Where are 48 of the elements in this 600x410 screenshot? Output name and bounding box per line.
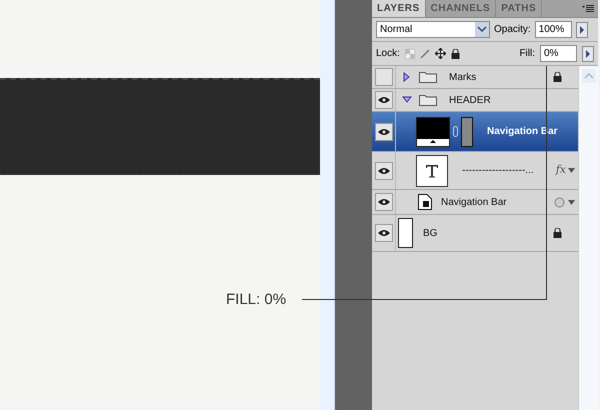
layer-row[interactable]: BG	[372, 215, 578, 252]
text-t-icon	[425, 164, 439, 178]
layer-row[interactable]: Marks	[372, 66, 578, 89]
layer-name: Marks	[449, 70, 476, 84]
visibility-toggle[interactable]	[374, 193, 392, 211]
layer-name: -------------------...	[462, 164, 534, 178]
layer-name: Navigation Bar	[441, 196, 507, 210]
smart-object-icon	[418, 194, 432, 210]
scrollbar[interactable]	[578, 66, 598, 410]
panel-tab[interactable]: LAYERS	[372, 0, 426, 17]
lock-icon	[450, 48, 460, 58]
layer-row[interactable]: HEADER	[372, 89, 578, 112]
opacity-field[interactable]: 100%	[534, 21, 572, 38]
layer-mask-thumbnail	[461, 116, 473, 146]
eye-icon	[378, 166, 390, 174]
folder-icon	[419, 94, 437, 106]
panel-menu-icon[interactable]	[582, 5, 594, 12]
fill-label: Fill:	[519, 47, 535, 61]
chain-link-icon	[453, 126, 458, 137]
visibility-toggle[interactable]	[374, 91, 392, 109]
expand-caret-icon[interactable]	[568, 200, 575, 204]
smart-filter-icon	[554, 196, 565, 208]
move-icon[interactable]	[434, 48, 446, 59]
eye-icon	[378, 229, 390, 237]
visibility-toggle[interactable]	[374, 224, 392, 242]
blend-mode-dropdown[interactable]: Normal	[376, 21, 490, 38]
visibility-toggle[interactable]	[374, 68, 392, 86]
visibility-toggle[interactable]	[374, 162, 392, 180]
vector-mask-thumbnail	[416, 116, 450, 146]
brush-icon[interactable]	[420, 48, 430, 58]
eye-icon	[378, 198, 390, 206]
eye-icon	[378, 128, 390, 136]
disclosure-triangle-icon[interactable]	[402, 95, 412, 105]
opacity-label: Opacity:	[494, 23, 531, 37]
layer-row[interactable]: -------------------... fx	[372, 152, 578, 190]
disclosure-triangle-icon[interactable]	[402, 72, 412, 82]
layer-row[interactable]: Navigation Bar	[372, 190, 578, 215]
layer-name: BG	[423, 226, 438, 240]
folder-icon	[419, 71, 437, 83]
lock-label: Lock:	[376, 47, 400, 61]
effects-icon[interactable]: fx	[556, 162, 566, 179]
layer-name: HEADER	[449, 94, 491, 108]
expand-caret-icon[interactable]	[568, 168, 575, 173]
eye-icon	[378, 96, 390, 104]
background-thumbnail	[398, 218, 413, 248]
fill-field[interactable]: 0%	[540, 45, 577, 62]
annotation-label: FILL: 0%	[226, 290, 286, 310]
visibility-toggle[interactable]	[374, 122, 392, 140]
